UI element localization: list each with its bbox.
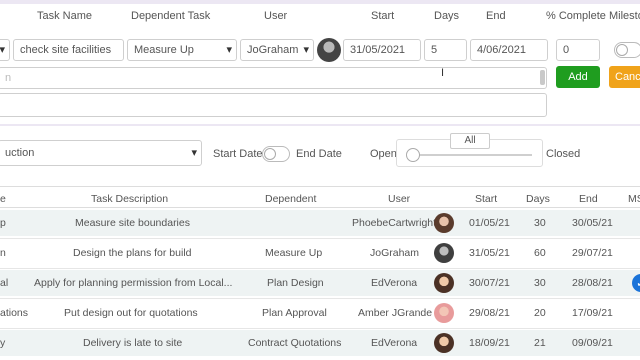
cell-end: 29/07/21 <box>572 247 613 259</box>
text-cursor-icon: I <box>441 67 445 79</box>
col-header-days: Days <box>526 193 550 205</box>
name-select[interactable] <box>0 39 10 61</box>
cell-description: Delivery is late to site <box>83 337 183 349</box>
cell-days: 30 <box>534 277 546 289</box>
cell-end: 09/09/21 <box>572 337 613 349</box>
complete-input[interactable]: 0 <box>556 39 600 61</box>
task-name-input[interactable]: check site facilities <box>13 39 124 61</box>
add-button[interactable]: Add <box>556 66 600 88</box>
start-date-label: Start Date <box>213 148 263 160</box>
cell-start: 29/08/21 <box>469 307 510 319</box>
cell-name: p <box>0 217 6 229</box>
row-divider <box>0 238 640 239</box>
cell-name: al <box>0 277 9 289</box>
days-input[interactable]: 5 <box>424 39 467 61</box>
date-toggle-knob <box>264 148 276 160</box>
cell-end: 28/08/21 <box>572 277 613 289</box>
date-toggle[interactable] <box>262 146 290 162</box>
cell-name: ations <box>0 307 29 319</box>
table-top-rule <box>0 186 640 187</box>
form-bottom-border <box>0 124 640 126</box>
cell-description: Put design out for quotations <box>64 307 198 319</box>
col-header-description: Task Description <box>91 193 169 205</box>
header-dependent-task: Dependent Task <box>131 10 211 22</box>
closed-label: Closed <box>546 148 581 160</box>
header-days: Days <box>434 10 460 22</box>
header-complete: % Complete <box>546 10 606 22</box>
milestone-toggle[interactable] <box>614 42 640 58</box>
user-avatar <box>434 243 454 263</box>
col-header-user: User <box>388 193 411 205</box>
cell-days: 30 <box>534 217 546 229</box>
user-select[interactable]: JoGraham <box>240 39 314 61</box>
description-scrollbar[interactable] <box>540 70 545 85</box>
row-divider <box>0 298 640 299</box>
header-start: Start <box>371 10 395 22</box>
cell-days: 20 <box>534 307 546 319</box>
slider-value-label: All <box>450 133 490 149</box>
dependent-task-value: Measure Up <box>134 44 194 56</box>
cell-start: 31/05/21 <box>469 247 510 259</box>
table-row[interactable]: p Measure site boundaries PhoebeCartwrig… <box>0 210 640 236</box>
user-avatar <box>434 273 454 293</box>
dependent-task-select[interactable]: Measure Up <box>127 39 237 61</box>
project-select[interactable]: uction <box>0 140 202 166</box>
cell-start: 01/05/21 <box>469 217 510 229</box>
cell-name: y <box>0 337 6 349</box>
header-end: End <box>486 10 506 22</box>
header-task-name: Task Name <box>37 10 93 22</box>
col-header-dependent: Dependent <box>265 193 317 205</box>
table-row[interactable]: n Design the plans for build Measure Up … <box>0 240 640 266</box>
cell-end: 30/05/21 <box>572 217 613 229</box>
slider-handle[interactable] <box>406 148 420 162</box>
form-top-border <box>0 0 640 4</box>
user-avatar <box>434 333 454 353</box>
end-date-input[interactable]: 4/06/2021 <box>470 39 548 61</box>
cell-user: EdVerona <box>371 337 418 349</box>
col-header-name: e <box>0 193 6 205</box>
user-value: JoGraham <box>247 44 299 56</box>
cell-user: PhoebeCartwright <box>352 217 437 229</box>
cell-start: 18/09/21 <box>469 337 510 349</box>
cell-days: 60 <box>534 247 546 259</box>
col-header-end: End <box>579 193 598 205</box>
col-header-start: Start <box>475 193 498 205</box>
slider-track[interactable] <box>410 154 532 156</box>
cell-dependent: Contract Quotations <box>248 337 342 349</box>
user-avatar <box>434 213 454 233</box>
cell-user: JoGraham <box>370 247 420 259</box>
row-divider <box>0 328 640 329</box>
cell-dependent: Plan Approval <box>262 307 327 319</box>
table-row[interactable]: ations Put design out for quotations Pla… <box>0 300 640 326</box>
header-rule <box>0 207 640 208</box>
project-value: uction <box>5 147 35 159</box>
open-label: Open <box>370 148 397 160</box>
cell-dependent: Measure Up <box>265 247 323 259</box>
header-user: User <box>264 10 288 22</box>
milestone-toggle-knob <box>616 44 628 56</box>
description-input[interactable]: n <box>0 67 547 89</box>
start-date-input[interactable]: 31/05/2021 <box>343 39 421 61</box>
cell-name: n <box>0 247 6 259</box>
milestone-check-icon[interactable]: ✓ <box>632 274 640 292</box>
cell-description: Apply for planning permission from Local… <box>34 277 233 289</box>
cell-dependent: Plan Design <box>267 277 324 289</box>
header-milestone: Milesto <box>609 10 640 22</box>
cell-start: 30/07/21 <box>469 277 510 289</box>
cancel-button[interactable]: Cance <box>609 66 640 88</box>
user-avatar <box>434 303 454 323</box>
user-avatar <box>317 38 341 62</box>
cell-days: 21 <box>534 337 546 349</box>
table-row[interactable]: al Apply for planning permission from Lo… <box>0 270 640 296</box>
col-header-ms: MS <box>628 193 640 205</box>
cell-description: Measure site boundaries <box>75 217 190 229</box>
cell-description: Design the plans for build <box>73 247 192 259</box>
table-row[interactable]: y Delivery is late to site Contract Quot… <box>0 330 640 356</box>
end-date-label: End Date <box>296 148 342 160</box>
cell-end: 17/09/21 <box>572 307 613 319</box>
row-divider <box>0 268 640 269</box>
notes-input[interactable] <box>0 93 547 117</box>
cell-user: Amber JGrande <box>358 307 433 319</box>
cell-user: EdVerona <box>371 277 418 289</box>
